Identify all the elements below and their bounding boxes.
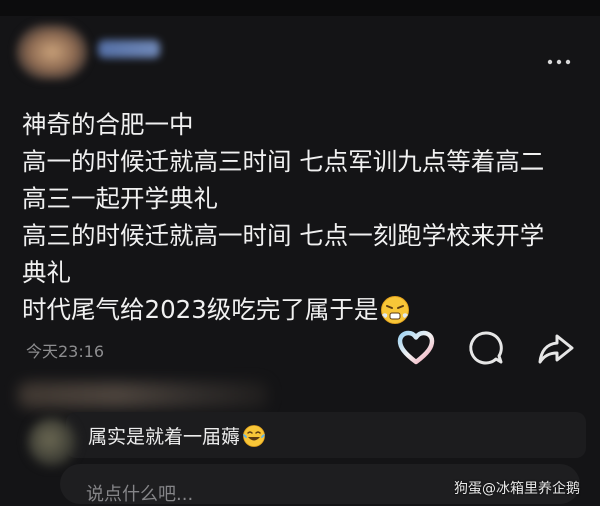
huffing-face-emoji-icon — [380, 295, 410, 325]
post-line-last: 时代尾气给2023级吃完了属于是 — [22, 291, 582, 328]
post-timestamp: 今天23:16 — [26, 342, 105, 361]
tears-of-joy-emoji-icon — [242, 424, 266, 448]
comment-input-placeholder[interactable]: 说点什么吧... — [86, 480, 193, 506]
comment-text: 属实是就着一届薅 — [88, 426, 241, 448]
comment-icon[interactable] — [466, 328, 506, 368]
top-edge — [0, 0, 600, 16]
avatar[interactable] — [16, 24, 88, 80]
post-line: 高三的时候迁就高一时间 七点一刻跑学校来开学 — [22, 221, 545, 250]
post-line: 典礼 — [22, 258, 71, 287]
heart-icon[interactable] — [396, 328, 436, 368]
post-line-text: 时代尾气给2023级吃完了属于是 — [22, 295, 379, 324]
share-icon[interactable] — [536, 328, 576, 368]
watermark: 狗蛋@冰箱里养企鹅 — [454, 481, 580, 497]
post-line: 高三一起开学典礼 — [22, 184, 218, 213]
post-line: 神奇的合肥一中 — [22, 110, 194, 139]
comment-text-row: 属实是就着一届薅 — [88, 422, 266, 449]
blurred-content — [18, 382, 268, 408]
username-blurred[interactable] — [98, 40, 160, 58]
more-dots-icon[interactable] — [544, 54, 574, 70]
post-body: 神奇的合肥一中 高一的时候迁就高三时间 七点军训九点等着高二 高三一起开学典礼 … — [22, 106, 582, 328]
comment-avatar[interactable] — [28, 418, 76, 466]
post-line: 高一的时候迁就高三时间 七点军训九点等着高二 — [22, 147, 545, 176]
